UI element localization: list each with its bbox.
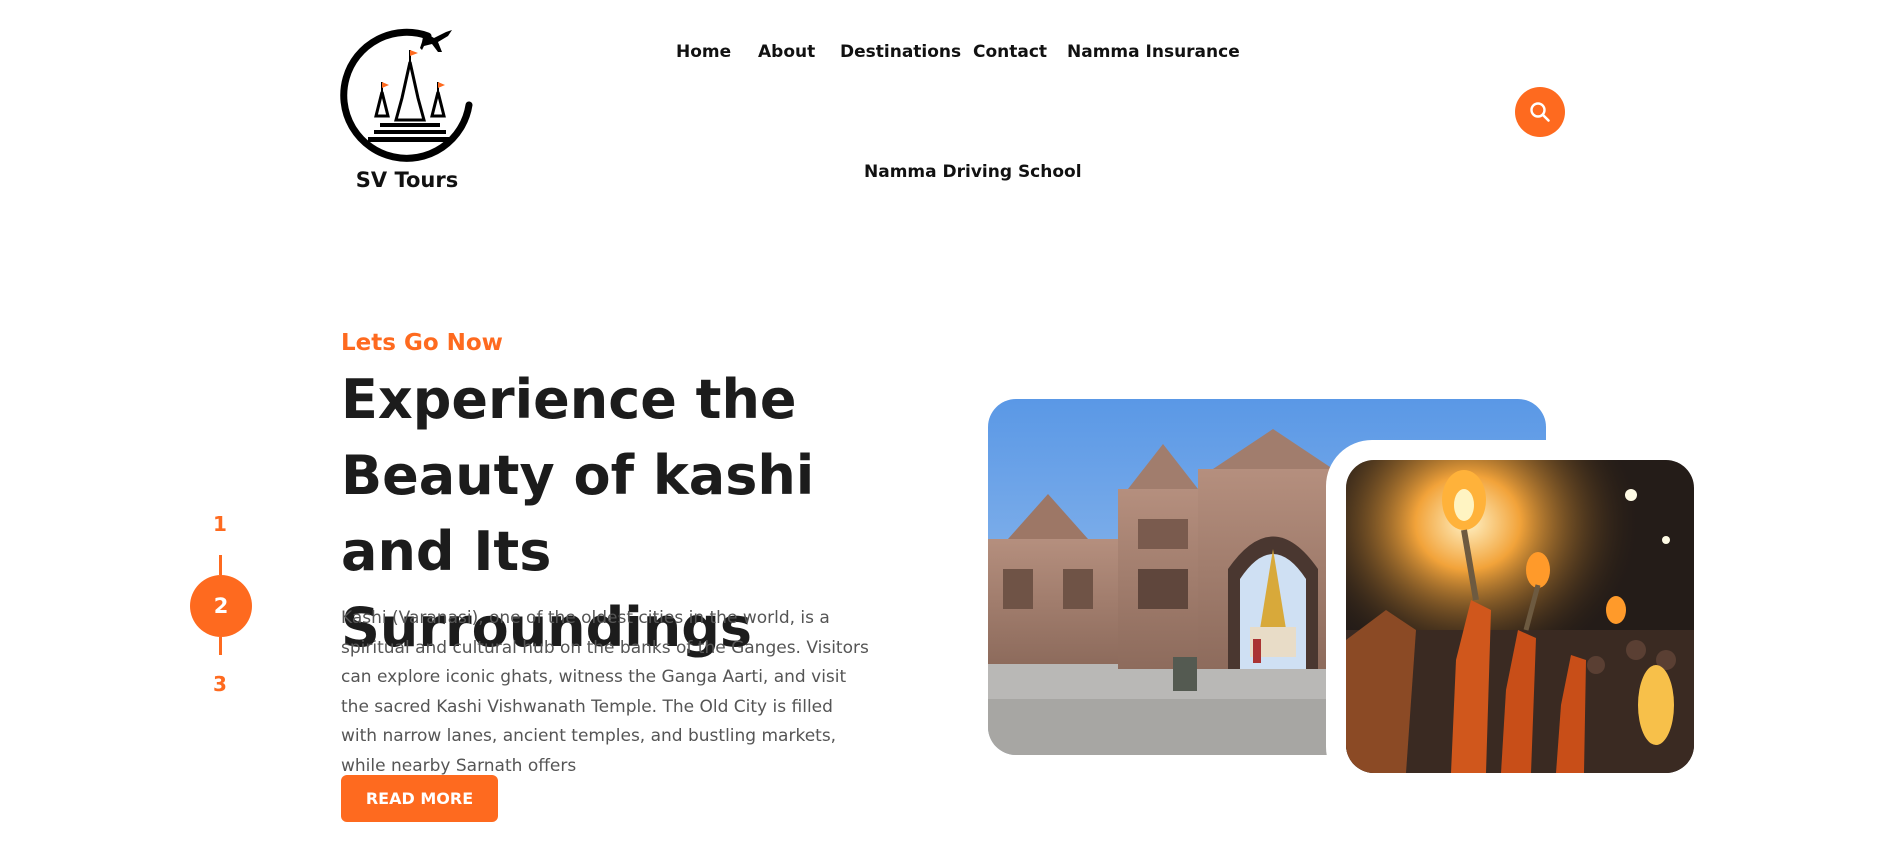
slide-indicator-3[interactable]: 3 xyxy=(200,672,240,696)
nav-namma-driving-school-link[interactable]: Namma Driving School xyxy=(864,162,1082,182)
temple-plane-logo-icon xyxy=(340,28,473,162)
slide-connector-bottom xyxy=(219,637,222,655)
nav-namma-insurance-link[interactable]: Namma Insurance xyxy=(1067,42,1240,62)
slide-indicator-active[interactable]: 2 xyxy=(190,575,252,637)
brand-name: SV Tours xyxy=(355,168,459,192)
search-button[interactable] xyxy=(1515,87,1565,137)
search-icon xyxy=(1530,102,1550,122)
hero-eyebrow: Lets Go Now xyxy=(341,330,503,356)
read-more-button[interactable]: READ MORE xyxy=(341,775,498,822)
nav-home-link[interactable]: Home xyxy=(676,42,731,62)
slide-indicator-1[interactable]: 1 xyxy=(200,512,240,536)
slide-connector-top xyxy=(219,555,222,575)
ganga-aarti-image xyxy=(1346,460,1694,773)
nav-destinations-link[interactable]: Destinations xyxy=(840,42,961,62)
nav-about-link[interactable]: About xyxy=(758,42,815,62)
hero-description: Kashi (Varanasi), one of the oldest citi… xyxy=(341,608,869,776)
nav-contact-link[interactable]: Contact xyxy=(973,42,1047,62)
